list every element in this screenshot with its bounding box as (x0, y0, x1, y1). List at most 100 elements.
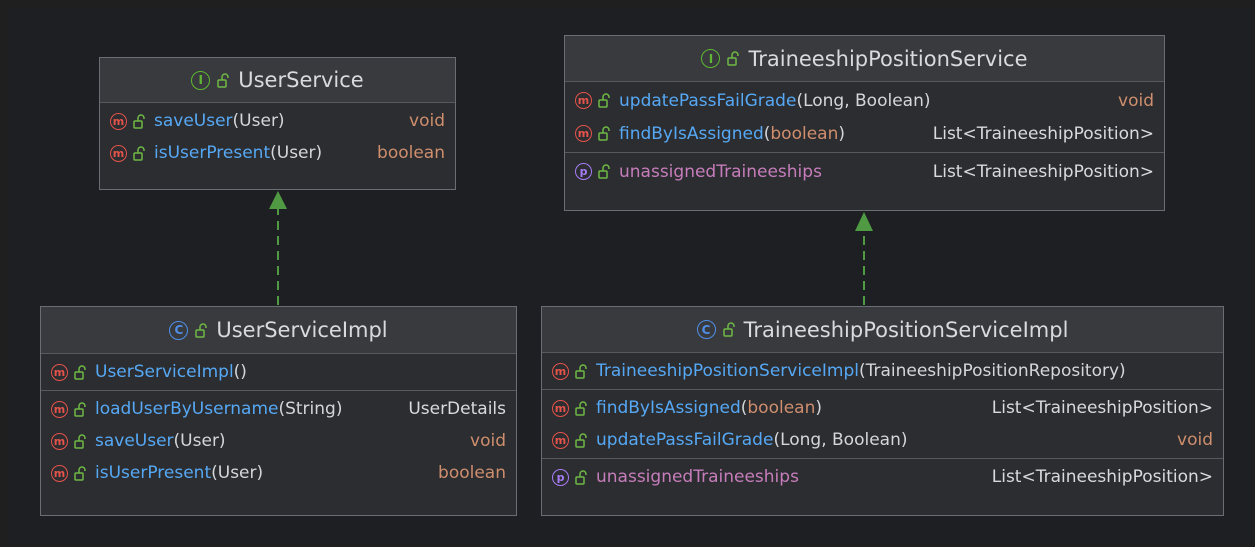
member-name: isUserPresent (154, 143, 271, 163)
member-section: m findByIsAssigned (boolean) List<Trainees… (542, 389, 1223, 458)
method-row[interactable]: m findByIsAssigned (boolean) List<Trainees… (542, 392, 1223, 424)
member-args: (User) (211, 463, 264, 483)
member-args: (User) (232, 111, 285, 131)
method-row[interactable]: m updatePassFailGrade (Long, Boolean) void (565, 84, 1164, 117)
public-lock-icon (574, 363, 590, 379)
member-signature: m isUserPresent (User) (51, 463, 263, 483)
method-icon: m (110, 112, 127, 130)
public-lock-icon (574, 400, 590, 416)
user-service-box[interactable]: I UserService m saveUser (User) void m isUserPr… (99, 57, 456, 190)
user-service-impl-box[interactable]: C UserServiceImpl m UserServiceImpl() m loadU… (40, 306, 517, 516)
member-name: UserServiceImpl (95, 362, 234, 382)
member-name: findByIsAssigned (596, 398, 741, 418)
interface-icon: I (191, 70, 211, 90)
member-section: m UserServiceImpl() (41, 353, 516, 390)
member-name: unassignedTraineeships (619, 161, 822, 182)
member-signature: m UserServiceImpl() (51, 362, 247, 382)
method-icon: m (575, 125, 592, 142)
return-type: List<TraineeshipPosition> (932, 123, 1154, 144)
traineeship-position-service-impl-box[interactable]: C TraineeshipPositionServiceImpl m Trainees… (541, 306, 1224, 516)
member-section: m saveUser (User) void m isUserPresent (User) b… (100, 102, 455, 171)
method-icon: m (51, 464, 68, 482)
public-lock-icon (597, 126, 613, 141)
public-lock-icon (597, 93, 613, 108)
class-name: UserServiceImpl (216, 318, 388, 342)
class-icon: C (696, 320, 716, 339)
member-name: unassignedTraineeships (596, 467, 799, 487)
member-name: updatePassFailGrade (596, 430, 774, 450)
return-type: void (409, 111, 445, 131)
method-row[interactable]: m isUserPresent (User) boolean (100, 137, 455, 169)
member-args: () (233, 362, 247, 382)
class-name: TraineeshipPositionService (748, 46, 1028, 71)
member-args: (String) (278, 399, 343, 419)
public-lock-icon (73, 433, 89, 449)
member-args: (Long, Boolean) (773, 430, 908, 450)
public-lock-icon (574, 432, 590, 448)
member-name: findByIsAssigned (619, 123, 764, 144)
public-lock-icon (73, 401, 89, 417)
method-row[interactable]: m saveUser (User) void (41, 425, 516, 457)
member-section: m TraineeshipPositionServiceImpl (Trainees… (542, 352, 1223, 389)
method-row[interactable]: m saveUser (User) void (100, 105, 455, 137)
method-row[interactable]: m UserServiceImpl() (41, 356, 516, 388)
member-name: TraineeshipPositionServiceImpl (596, 361, 859, 381)
member-args: (TraineeshipPositionRepository) (858, 361, 1126, 381)
method-row[interactable]: m findByIsAssigned (boolean) List<Trainees… (565, 117, 1164, 150)
method-icon: m (575, 92, 592, 109)
member-signature: m loadUserByUsername (String) (51, 399, 342, 419)
class-name: TraineeshipPositionServiceImpl (743, 317, 1069, 342)
box-header: C UserServiceImpl (41, 307, 516, 353)
member-args: (Long, Boolean) (796, 90, 931, 111)
method-icon: m (51, 363, 68, 381)
return-type: List<TraineeshipPosition> (991, 398, 1213, 418)
public-lock-icon (194, 322, 210, 338)
member-args: (User) (270, 143, 323, 163)
return-type: boolean (377, 143, 445, 163)
property-row[interactable]: p unassignedTraineeships List<TraineeshipP… (565, 155, 1164, 188)
public-lock-icon (73, 364, 89, 380)
method-row[interactable]: m TraineeshipPositionServiceImpl (Trainees… (542, 355, 1223, 387)
member-signature: m TraineeshipPositionServiceImpl (Trainees… (552, 361, 1126, 381)
return-type: void (1118, 90, 1154, 111)
member-name: updatePassFailGrade (619, 90, 797, 111)
method-row[interactable]: m updatePassFailGrade (Long, Boolean) void (542, 424, 1223, 456)
box-header: I TraineeshipPositionService (565, 36, 1164, 81)
return-type: void (1177, 430, 1213, 450)
member-name: saveUser (95, 431, 174, 451)
member-args: (boolean) (763, 123, 845, 144)
member-name: loadUserByUsername (95, 399, 279, 419)
property-icon: p (575, 163, 592, 180)
member-section: p unassignedTraineeships List<TraineeshipP… (565, 152, 1164, 190)
method-icon: m (110, 144, 127, 162)
method-icon: m (51, 432, 68, 450)
member-args: (User) (173, 431, 226, 451)
box-header: I UserService (100, 58, 455, 102)
member-args: (boolean) (740, 398, 822, 418)
property-icon: p (552, 468, 569, 486)
member-signature: m updatePassFailGrade (Long, Boolean) (575, 91, 931, 111)
member-signature: m saveUser (User) (110, 111, 285, 131)
class-name: UserService (238, 68, 364, 92)
public-lock-icon (574, 469, 590, 485)
member-section: p unassignedTraineeships List<TraineeshipP… (542, 458, 1223, 495)
return-type: UserDetails (408, 399, 506, 419)
public-lock-icon (132, 113, 148, 129)
member-signature: m isUserPresent (User) (110, 143, 322, 163)
arrowhead-icon (855, 212, 873, 231)
member-signature: p unassignedTraineeships (552, 467, 799, 487)
method-row[interactable]: m loadUserByUsername (String) UserDetails (41, 393, 516, 425)
member-name: saveUser (154, 111, 233, 131)
member-signature: p unassignedTraineeships (575, 162, 822, 182)
public-lock-icon (132, 145, 148, 161)
public-lock-icon (597, 164, 613, 179)
box-header: C TraineeshipPositionServiceImpl (542, 307, 1223, 352)
return-type: List<TraineeshipPosition> (932, 161, 1154, 182)
method-row[interactable]: m isUserPresent (User) boolean (41, 457, 516, 489)
public-lock-icon (216, 72, 232, 88)
method-icon: m (552, 399, 569, 417)
public-lock-icon (722, 322, 738, 337)
traineeship-position-service-box[interactable]: I TraineeshipPositionService m updatePassFa… (564, 35, 1165, 211)
property-row[interactable]: p unassignedTraineeships List<TraineeshipP… (542, 461, 1223, 493)
member-signature: m saveUser (User) (51, 431, 226, 451)
